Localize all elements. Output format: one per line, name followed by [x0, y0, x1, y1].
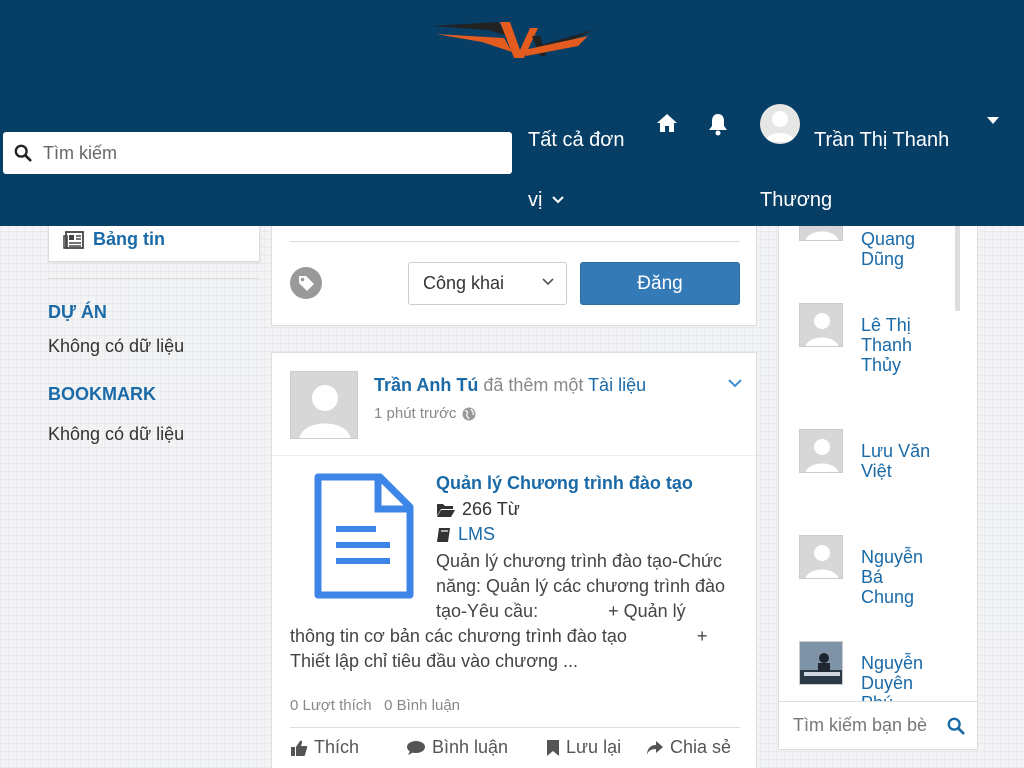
friend-item[interactable]: Lê Thị Thanh Thủy [799, 303, 941, 375]
divider [290, 241, 740, 242]
post-object-link[interactable]: Tài liệu [588, 375, 646, 395]
friend-search-input[interactable] [793, 715, 943, 736]
bookmark-icon [547, 739, 559, 756]
home-icon[interactable] [655, 112, 679, 134]
sidebar-item-label: Bảng tin [93, 229, 165, 249]
comment-label: Bình luận [432, 737, 509, 757]
bookmark-empty-text: Không có dữ liệu [48, 424, 185, 444]
newspaper-icon [63, 230, 84, 249]
post-author-link[interactable]: Trần Anh Tú [374, 375, 478, 395]
post-stats: 0 Lượt thích 0 Bình luận [290, 697, 460, 714]
document-description-cont: thông tin cơ bản các chương trình đào tạ… [290, 624, 746, 674]
document-icon[interactable] [314, 473, 414, 599]
post-action-text: đã thêm một [478, 375, 589, 395]
comments-count[interactable]: 0 Bình luận [384, 697, 460, 714]
chevron-down-icon [542, 278, 554, 286]
post-actions: Thích Bình luận Lưu lại Chia sẻ [290, 737, 750, 758]
document-description: Quản lý chương trình đào tạo-Chức năng: Q… [436, 549, 746, 624]
like-button[interactable]: Thích [290, 737, 406, 758]
top-header: Tất cả đơn vị Trần Thị Thanh Thương [0, 0, 1024, 226]
book-icon [437, 527, 450, 542]
avatar [799, 429, 843, 473]
privacy-select[interactable]: Công khai [408, 262, 567, 305]
save-button[interactable]: Lưu lại [546, 737, 646, 758]
unit-selector-label: Tất cả đơn [528, 129, 625, 151]
description-line: năng: Quản lý các chương trình đào [436, 576, 726, 596]
divider [290, 727, 740, 728]
description-line: Quản lý chương trình đào tạo-Chức [436, 551, 723, 571]
thumbs-up-icon [291, 740, 308, 756]
section-title-bookmark: BOOKMARK [48, 384, 156, 404]
post-header: Trần Anh Tú đã thêm một Tài liệu [374, 375, 646, 396]
tag-icon[interactable] [290, 267, 322, 299]
like-label: Thích [314, 737, 360, 757]
friend-search[interactable] [779, 701, 977, 749]
global-search[interactable] [3, 132, 512, 174]
document-category: LMS [436, 524, 495, 545]
avatar [799, 641, 843, 685]
user-name: Trần Thị Thanh [814, 129, 950, 151]
projects-empty-text: Không có dữ liệu [48, 336, 185, 356]
friend-name: Lê Thị Thanh Thủy [861, 315, 913, 375]
document-title-link[interactable]: Quản lý Chương trình đào tạo [436, 473, 693, 494]
avatar [799, 303, 843, 347]
avatar [799, 535, 843, 579]
privacy-value: Công khai [423, 273, 505, 293]
friends-panel: Quang Dũng Lê Thị Thanh Thủy Lưu Văn Việ… [778, 210, 978, 750]
chevron-down-icon [552, 196, 565, 204]
description-line: thông tin cơ bản các chương trình đào tạ… [290, 626, 708, 646]
share-label: Chia sẻ [670, 737, 732, 757]
section-title-projects: DỰ ÁN [48, 302, 107, 322]
friend-item[interactable]: Lưu Văn Việt [799, 429, 941, 481]
search-icon[interactable] [947, 717, 965, 735]
divider [48, 278, 260, 279]
divider [272, 455, 756, 456]
globe-icon [462, 407, 476, 420]
avatar[interactable] [290, 371, 358, 439]
user-menu[interactable]: Trần Thị Thanh Thương [760, 110, 980, 230]
bell-icon[interactable] [707, 112, 729, 136]
post-timestamp: 1 phút trước [374, 405, 476, 422]
friend-name: Lưu Văn Việt [861, 441, 931, 481]
post-button[interactable]: Đăng [580, 262, 740, 305]
document-word-count: 266 Từ [436, 499, 520, 520]
description-line: Thiết lập chỉ tiêu đầu vào chương ... [290, 651, 579, 671]
feed-post: Trần Anh Tú đã thêm một Tài liệu 1 phút … [271, 352, 757, 768]
post-composer: Công khai Đăng [271, 210, 757, 326]
unit-selector-label-2: vị [528, 189, 543, 211]
category-link[interactable]: LMS [458, 524, 495, 545]
share-icon [647, 740, 663, 755]
chevron-down-icon[interactable] [728, 379, 742, 389]
search-icon [3, 144, 43, 162]
friend-name: Nguyễn Bá Chung [861, 547, 924, 607]
save-label: Lưu lại [566, 737, 622, 757]
comment-button[interactable]: Bình luận [406, 737, 546, 758]
unit-selector[interactable]: Tất cả đơn vị [528, 110, 638, 230]
description-line: tạo-Yêu cầu: + Quản lý [436, 601, 686, 621]
logo[interactable] [428, 16, 598, 66]
comment-icon [407, 740, 425, 755]
word-count-text: 266 Từ [462, 499, 520, 519]
post-time-text: 1 phút trước [374, 405, 457, 422]
caret-down-icon[interactable] [986, 116, 1000, 126]
search-input[interactable] [43, 142, 483, 164]
user-name-2: Thương [760, 189, 833, 211]
share-button[interactable]: Chia sẻ [646, 737, 731, 758]
friend-item[interactable]: Nguyễn Bá Chung [799, 535, 941, 607]
folder-open-icon [437, 503, 455, 517]
likes-count[interactable]: 0 Lượt thích [290, 697, 372, 714]
